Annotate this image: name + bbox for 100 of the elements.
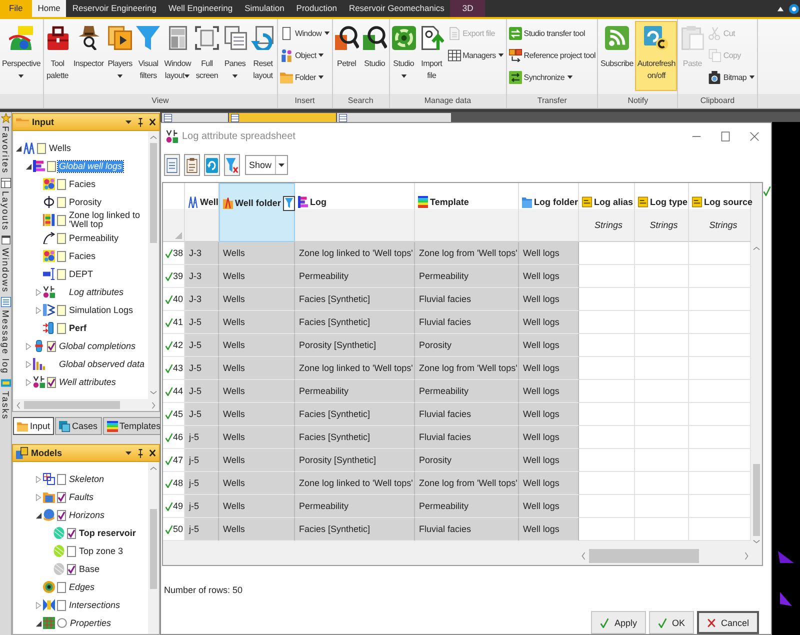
panel-tab[interactable]: Cases: [55, 417, 102, 435]
table-cell[interactable]: [689, 242, 751, 265]
table-cell[interactable]: [635, 288, 689, 311]
row-header[interactable]: 50: [163, 518, 185, 541]
checkbox[interactable]: [47, 340, 56, 352]
table-cell[interactable]: [689, 426, 751, 449]
ribbon-button[interactable]: Folder: [278, 66, 332, 88]
table-cell[interactable]: [689, 288, 751, 311]
row-header[interactable]: 38: [163, 242, 185, 265]
row-header[interactable]: 40: [163, 288, 185, 311]
ribbon-tab[interactable]: 3D: [450, 0, 486, 17]
vertical-scrollbar[interactable]: [148, 462, 159, 634]
ribbon-button[interactable]: Window layout: [162, 21, 193, 91]
table-cell[interactable]: [635, 334, 689, 357]
ribbon-button[interactable]: Tool palette: [44, 21, 72, 91]
row-header[interactable]: 43: [163, 357, 185, 380]
tree-item[interactable]: Perf: [68, 322, 88, 334]
tree-item[interactable]: Base: [78, 564, 101, 574]
side-tab[interactable]: Favorites: [0, 113, 10, 174]
radio-button[interactable]: [57, 618, 67, 628]
chevron-up-icon[interactable]: [150, 466, 157, 471]
ribbon-button[interactable]: Window: [278, 22, 332, 44]
expander-icon[interactable]: [15, 144, 22, 152]
table-cell[interactable]: [579, 449, 635, 472]
tree-item[interactable]: Properties: [69, 618, 112, 628]
collapse-ribbon-icon[interactable]: [777, 6, 784, 12]
tree-item[interactable]: Edges: [68, 582, 96, 592]
checkbox[interactable]: [57, 492, 66, 502]
tree-item[interactable]: Top zone 3: [78, 546, 124, 556]
row-header[interactable]: 45: [163, 403, 185, 426]
column-header[interactable]: Log alias Strings: [579, 183, 635, 242]
table-cell[interactable]: [635, 403, 689, 426]
table-cell[interactable]: [635, 449, 689, 472]
chevron-right-icon[interactable]: [744, 552, 749, 560]
ribbon-button[interactable]: Managers: [446, 44, 506, 66]
tree-item[interactable]: Well attributes: [58, 376, 117, 388]
table-cell[interactable]: [635, 380, 689, 403]
scrollbar-thumb[interactable]: [150, 143, 157, 243]
ribbon-button[interactable]: Synchronize: [506, 66, 598, 88]
column-header[interactable]: Log type Strings: [635, 183, 689, 242]
table-cell[interactable]: [689, 495, 751, 518]
tree-item[interactable]: Simulation Logs: [68, 304, 134, 316]
tree-item[interactable]: Permeability: [68, 232, 120, 244]
checkbox[interactable]: [57, 232, 66, 244]
column-header[interactable]: Log source Strings: [689, 183, 751, 242]
chevron-up-icon[interactable]: [753, 246, 760, 251]
column-header[interactable]: Log folder: [519, 183, 579, 242]
ribbon-button[interactable]: Subscribe: [598, 21, 636, 91]
dialog-button[interactable]: Apply: [591, 611, 646, 634]
dialog-button[interactable]: Cancel: [696, 611, 759, 634]
tree-item[interactable]: Global observed data: [58, 358, 146, 370]
table-cell[interactable]: [579, 311, 635, 334]
row-header[interactable]: 39: [163, 265, 185, 288]
document-tab[interactable]: [162, 113, 228, 122]
column-header[interactable]: Template: [415, 183, 519, 242]
checkbox[interactable]: [57, 582, 66, 592]
ribbon-button[interactable]: Full screen: [192, 21, 221, 91]
row-header[interactable]: 41: [163, 311, 185, 334]
side-tab[interactable]: Layouts: [0, 178, 10, 231]
table-cell[interactable]: [689, 449, 751, 472]
pin-icon[interactable]: [137, 118, 144, 126]
expander-icon[interactable]: [25, 162, 32, 170]
table-cell[interactable]: [635, 426, 689, 449]
circle-icon[interactable]: [789, 4, 799, 14]
tree-item[interactable]: Zone log linked to 'Well top: [68, 210, 148, 230]
checkbox[interactable]: [57, 510, 66, 520]
table-cell[interactable]: [579, 288, 635, 311]
toolbar-button[interactable]: [204, 154, 220, 176]
table-cell[interactable]: [635, 495, 689, 518]
tree-item[interactable]: Facies: [68, 250, 97, 262]
column-header[interactable]: Log: [295, 183, 415, 242]
close-icon[interactable]: [149, 449, 156, 457]
chevron-down-icon[interactable]: [150, 390, 157, 395]
ribbon-button[interactable]: Object: [278, 44, 332, 66]
close-icon[interactable]: [749, 131, 760, 142]
chevron-up-icon[interactable]: [150, 135, 157, 140]
table-cell[interactable]: [579, 472, 635, 495]
toolbar-button[interactable]: [184, 154, 200, 176]
tree-item[interactable]: Facies: [68, 178, 97, 190]
table-cell[interactable]: [635, 518, 689, 541]
checkbox[interactable]: [67, 546, 76, 556]
toolbar-button[interactable]: [164, 154, 180, 176]
expander-icon[interactable]: [35, 512, 42, 518]
checkbox[interactable]: [67, 564, 76, 574]
table-cell[interactable]: [689, 357, 751, 380]
table-cell[interactable]: [689, 311, 751, 334]
tree-item[interactable]: Porosity: [68, 196, 103, 208]
table-cell[interactable]: [635, 242, 689, 265]
close-icon[interactable]: [149, 118, 156, 126]
ribbon-tab[interactable]: Home: [32, 0, 66, 17]
ribbon-button[interactable]: Panes: [220, 21, 249, 91]
caret-icon[interactable]: [125, 450, 132, 456]
table-cell[interactable]: [579, 380, 635, 403]
table-cell[interactable]: [579, 242, 635, 265]
row-header[interactable]: 42: [163, 334, 185, 357]
checkbox[interactable]: [57, 250, 66, 262]
ribbon-button[interactable]: Players: [106, 21, 134, 91]
ribbon-tab[interactable]: Production: [290, 0, 343, 17]
chevron-down-icon[interactable]: [753, 539, 760, 544]
scrollbar-thumb[interactable]: [24, 401, 120, 409]
